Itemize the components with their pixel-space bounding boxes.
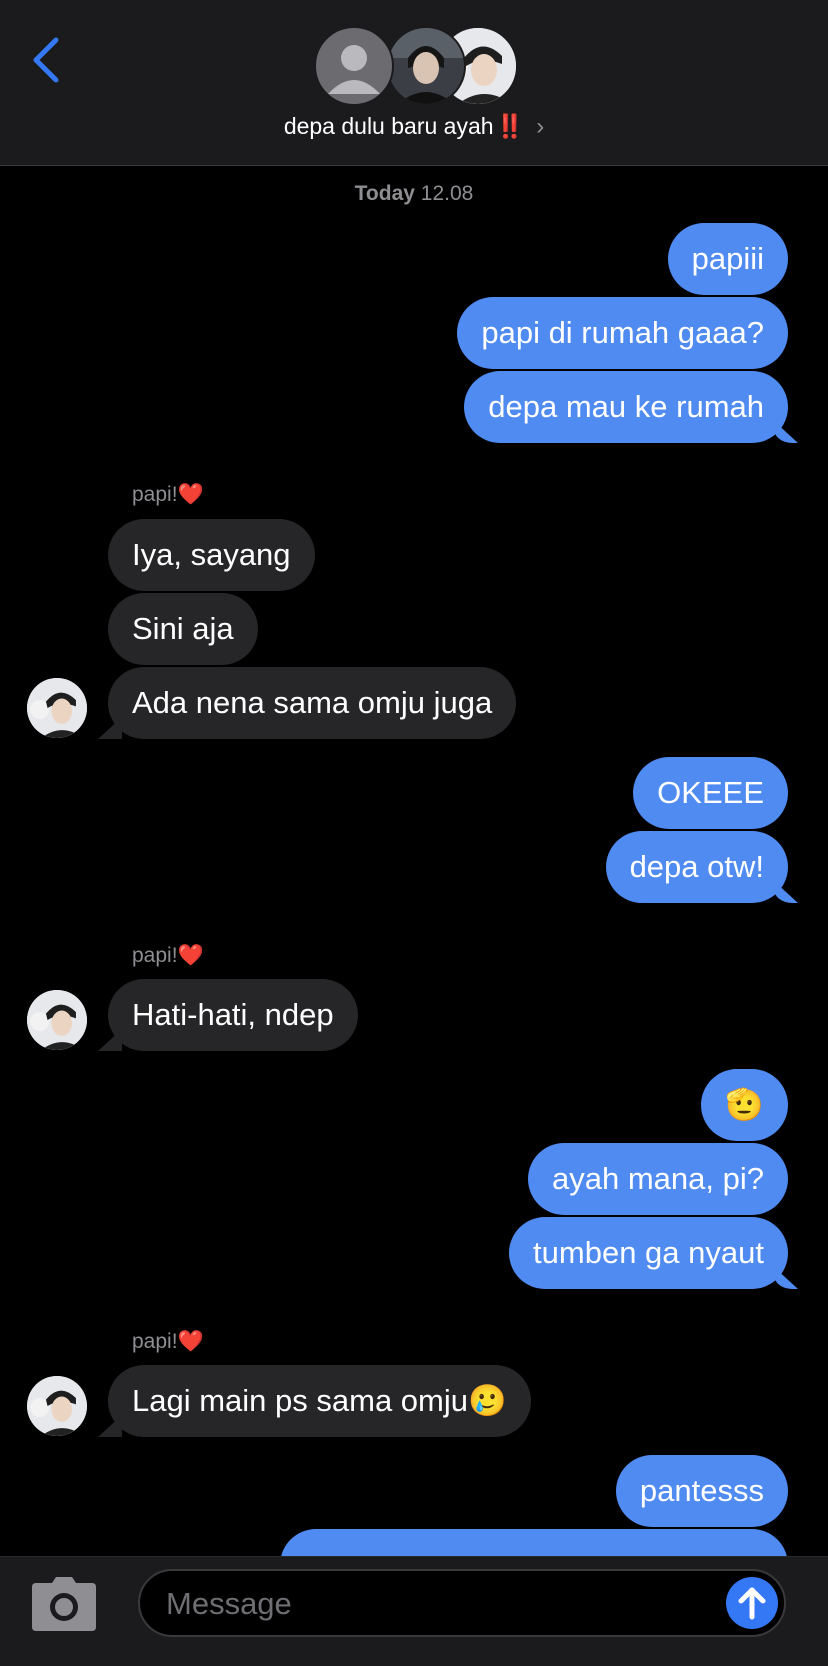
sent-message[interactable]: ayah mana, pi?	[528, 1143, 788, 1215]
group-name[interactable]: depa dulu baru ayah‼️ ›	[0, 113, 828, 141]
heart-emoji: ❤️	[177, 944, 204, 967]
received-message[interactable]: Ada nena sama omju juga	[108, 667, 517, 739]
send-button[interactable]	[726, 1577, 778, 1629]
chevron-right-icon: ›	[536, 113, 545, 140]
papi-avatar[interactable]	[27, 990, 87, 1050]
timestamp-time: 12.08	[420, 182, 474, 205]
received-message[interactable]: Sini aja	[108, 593, 258, 665]
sent-message[interactable]: papi di rumah gaaa?	[457, 297, 788, 369]
sender-name-text: papi!	[132, 944, 178, 967]
timestamp: Today 12.08	[0, 182, 828, 206]
sent-message[interactable]: 🫡	[701, 1069, 788, 1141]
sent-message[interactable]: depa otw!	[605, 831, 788, 903]
heart-emoji: ❤️	[177, 483, 204, 506]
double-exclamation-emoji: ‼️	[495, 113, 525, 139]
conversation-header: depa dulu baru ayah‼️ ›	[0, 0, 828, 166]
papi-avatar[interactable]	[27, 1376, 87, 1436]
composer-bar	[0, 1556, 828, 1666]
chevron-left-icon	[33, 37, 59, 83]
arrow-up-icon	[738, 1587, 766, 1620]
sent-message[interactable]: pantesss	[615, 1455, 788, 1527]
sender-name-text: papi!	[132, 483, 178, 506]
group-name-text: depa dulu baru ayah	[283, 113, 494, 139]
person-photo-icon	[27, 1376, 87, 1436]
person-silhouette-icon	[328, 45, 380, 94]
timestamp-day: Today	[354, 182, 415, 205]
sent-message[interactable]: tumben ga nyaut	[509, 1217, 788, 1289]
message-input[interactable]	[164, 1579, 688, 1629]
papi-avatar[interactable]	[27, 678, 87, 738]
received-message[interactable]: Lagi main ps sama omju🥲	[108, 1365, 531, 1437]
sent-message[interactable]: OKEEE	[633, 757, 788, 829]
message-field[interactable]	[138, 1569, 786, 1637]
sender-name-text: papi!	[132, 1330, 178, 1353]
sent-message[interactable]: depa mau ke rumah	[464, 371, 788, 443]
camera-button[interactable]	[30, 1577, 98, 1631]
person-photo-icon	[388, 28, 464, 104]
group-avatars[interactable]	[314, 26, 518, 108]
contact-photo-avatar	[386, 26, 466, 106]
received-message[interactable]: Iya, sayang	[108, 519, 315, 591]
person-photo-icon	[27, 678, 87, 738]
camera-icon	[32, 1577, 96, 1631]
sent-message[interactable]: papiii	[667, 223, 788, 295]
person-photo-icon	[27, 990, 87, 1050]
heart-emoji: ❤️	[177, 1330, 204, 1353]
sender-name: papi!❤️	[132, 944, 204, 968]
sender-name: papi!❤️	[132, 483, 204, 507]
received-message[interactable]: Hati-hati, ndep	[108, 979, 358, 1051]
back-button[interactable]	[28, 34, 68, 86]
sender-name: papi!❤️	[132, 1330, 204, 1354]
generic-contact-avatar	[314, 26, 394, 106]
